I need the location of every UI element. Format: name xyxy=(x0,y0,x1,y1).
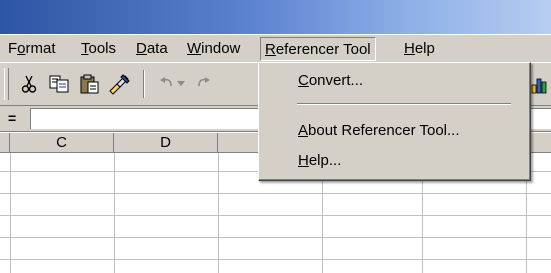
chart-wizard-icon xyxy=(531,78,547,94)
copy-icon xyxy=(49,75,69,93)
mnemonic-letter: H xyxy=(298,152,309,169)
menu-data-label: Data xyxy=(136,40,168,57)
mnemonic-letter: R xyxy=(265,41,276,58)
mnemonic-letter: D xyxy=(136,40,147,57)
copy-button[interactable] xyxy=(46,71,72,97)
gridline xyxy=(218,153,219,273)
column-header-d[interactable]: D xyxy=(114,133,218,152)
column-header-c[interactable]: C xyxy=(10,133,114,152)
menu-referencer-tool[interactable]: Referencer Tool xyxy=(260,37,376,61)
menu-item-about[interactable]: About Referencer Tool... xyxy=(262,119,527,143)
paste-button[interactable] xyxy=(76,71,102,97)
menu-tools[interactable]: Tools xyxy=(76,37,121,61)
toolbar-separator xyxy=(143,70,145,98)
menu-window[interactable]: Window xyxy=(182,37,245,61)
menu-referencer-tool-label: Referencer Tool xyxy=(265,41,371,58)
menu-data[interactable]: Data xyxy=(131,37,173,61)
mnemonic-letter: o xyxy=(17,40,26,57)
menu-item-help-label: Help... xyxy=(298,152,342,169)
menu-item-convert-label: Convert... xyxy=(298,72,364,89)
menu-help-label: Help xyxy=(404,40,435,57)
menu-window-label: Window xyxy=(187,40,241,57)
format-painter-button[interactable] xyxy=(106,71,132,97)
menu-format-label: Format xyxy=(8,40,56,57)
excel-window: Format Tools Data Window Referencer Tool… xyxy=(0,0,551,273)
gridline xyxy=(10,153,11,273)
paste-icon xyxy=(80,74,99,94)
mnemonic-letter: A xyxy=(298,122,309,139)
menu-tools-label: Tools xyxy=(81,40,117,57)
cut-button[interactable] xyxy=(16,71,42,97)
mnemonic-letter: W xyxy=(187,40,202,57)
undo-dropdown[interactable] xyxy=(174,71,188,97)
referencer-tool-menu: Convert... About Referencer Tool... Help… xyxy=(258,62,531,181)
mnemonic-letter: H xyxy=(404,40,415,57)
formula-equals-label: = xyxy=(8,110,17,126)
menu-separator xyxy=(297,103,511,105)
title-bar[interactable] xyxy=(0,0,551,34)
mnemonic-letter: T xyxy=(81,40,89,57)
menu-bar: Format Tools Data Window Referencer Tool… xyxy=(0,34,551,62)
row-header-corner[interactable] xyxy=(0,133,10,152)
gridline xyxy=(114,153,115,273)
redo-icon xyxy=(198,77,210,87)
redo-button[interactable] xyxy=(190,71,216,97)
toolbar-grip[interactable] xyxy=(4,68,9,100)
chevron-down-icon xyxy=(177,81,185,86)
menu-item-about-label: About Referencer Tool... xyxy=(298,122,460,139)
mnemonic-letter: C xyxy=(298,72,309,89)
cut-icon xyxy=(21,75,37,93)
menu-item-convert[interactable]: Convert... xyxy=(262,69,527,93)
menu-format[interactable]: Format xyxy=(3,37,61,61)
menu-item-help[interactable]: Help... xyxy=(262,149,527,173)
menu-help[interactable]: Help xyxy=(399,37,440,61)
format-painter-icon xyxy=(109,74,130,95)
